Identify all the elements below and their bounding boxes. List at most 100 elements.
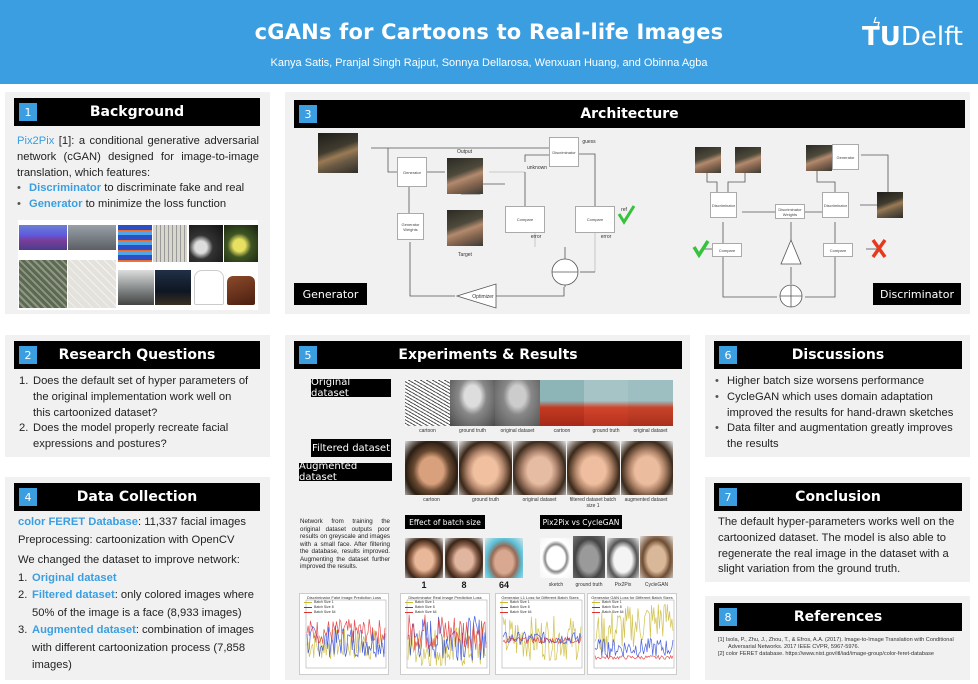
references-list: [1] Isola, P., Zhu, J., Zhou, T., & Efro…: [718, 637, 958, 659]
cyclegan-output-image: [640, 536, 673, 578]
section-header: 8 References: [714, 603, 962, 631]
list-item: Data filter and augmentation greatly imp…: [715, 421, 965, 453]
section-header: 4 Data Collection: [14, 483, 260, 511]
plot-legend: Batch Size 1 Batch Size 8 Batch Size 64: [500, 600, 532, 615]
loss-plot: Generator L1 Loss for Different Batch Si…: [495, 593, 585, 675]
original-dataset-label: Original dataset: [311, 377, 391, 399]
result-image: [584, 380, 628, 426]
night-image: [155, 270, 191, 305]
list-item: Generator to minimize the loss function: [17, 197, 261, 213]
data-collection-text: color FERET Database: 11,337 facial imag…: [18, 514, 263, 675]
loss-plot: Generator GAN Loss for Different Batch S…: [587, 593, 677, 675]
day-image: [118, 270, 154, 305]
map-image: [68, 260, 116, 308]
dataset-list: 1. Original dataset 2. Filtered dataset: o…: [18, 570, 263, 675]
caption: ground truth: [459, 428, 486, 434]
experiments-panel: 5 Experiments & Results Original dataset…: [285, 335, 690, 680]
caption: cartoon: [419, 428, 436, 434]
section-title: Discussions: [791, 347, 885, 363]
caption: ground truth: [575, 582, 603, 588]
caption: ground truth: [472, 497, 499, 503]
legend-entry: Batch Size 64: [304, 610, 336, 615]
batch-64-image: [485, 538, 523, 578]
section-number: 1: [19, 103, 37, 121]
section-header: 7 Conclusion: [714, 483, 962, 511]
disc-compare-box-2: Compare: [823, 243, 853, 257]
batch-1-image: [405, 538, 443, 578]
result-image: [405, 380, 450, 426]
list-item: 1. Original dataset: [18, 571, 117, 584]
background-panel: 1 Background Pix2Pix [1]: a conditional …: [5, 92, 270, 314]
color-image: [224, 225, 258, 262]
bw-image: [189, 225, 223, 262]
legend-entry: Batch Size 64: [592, 610, 624, 615]
section-header: 2 Research Questions: [14, 341, 260, 369]
result-image: [495, 380, 540, 426]
result-image: [450, 380, 495, 426]
list-item: 1. Does the default set of hyper paramete…: [19, 375, 249, 419]
disc-output-image: [806, 145, 832, 171]
batch-8-image: [445, 538, 483, 578]
series-line-batch-size-64: [594, 654, 674, 661]
caption: filtered dataset batch size 1: [569, 497, 617, 509]
tudelft-logo: ϟ TUDelft: [862, 16, 963, 52]
filtered-dataset-label: Filtered dataset: [311, 439, 391, 457]
poster-header: cGANs for Cartoons to Real-life Images K…: [0, 0, 978, 84]
batch-size-64-label: 64: [498, 580, 509, 590]
section-number: 2: [19, 346, 37, 364]
section-title: Research Questions: [58, 347, 216, 363]
loss-plot: Discriminator Real Image Prediction Loss…: [400, 593, 490, 675]
disc-compare-box-1: Compare: [712, 243, 742, 257]
filtered-results-strip: [405, 441, 673, 495]
section-number: 6: [719, 346, 737, 364]
feret-link[interactable]: color FERET Database: [18, 516, 138, 528]
flame-icon: ϟ: [872, 16, 882, 32]
result-image: [628, 380, 673, 426]
discussions-list: Higher batch size worsens performance Cy…: [715, 374, 965, 453]
batch-size-label: Effect of batch size: [405, 515, 485, 529]
batch-size-8-label: 8: [461, 580, 467, 590]
result-image: [459, 441, 512, 495]
caption: sketch: [548, 582, 564, 588]
disc-target-image: [735, 147, 761, 173]
reference-item: [2] color FERET database. https://www.ni…: [718, 651, 934, 658]
list-item: Higher batch size worsens performance: [715, 374, 965, 390]
list-item: 2. Filtered dataset: only colored images …: [18, 589, 254, 619]
list-item: Discriminator to discriminate fake and r…: [17, 181, 261, 197]
conclusion-text: The default hyper-parameters works well …: [718, 516, 955, 576]
section-header: 1 Background: [14, 98, 260, 126]
references-panel: 8 References [1] Isola, P., Zhu, J., Zho…: [705, 596, 970, 680]
list-item: 3. Augmented dataset: combination of imag…: [18, 624, 254, 671]
section-number: 8: [719, 608, 737, 626]
augmented-dataset-label: Augmented dataset: [299, 461, 392, 483]
disc-input-image: [695, 147, 721, 173]
cross-icon: [871, 238, 887, 259]
discriminator-box-1: Discriminator: [710, 192, 737, 218]
plot-legend: Batch Size 1 Batch Size 8 Batch Size 64: [592, 600, 624, 615]
facade-photo-image: [153, 225, 187, 262]
sketch-image: [540, 538, 572, 578]
discriminator-box-2: Discriminator: [822, 192, 849, 218]
caption: original dataset: [522, 497, 557, 503]
pix2pix-output-image: [607, 538, 639, 578]
section-title: Experiments & Results: [398, 347, 578, 363]
result-image: [567, 441, 620, 495]
disc-cartoon-image: [877, 192, 903, 218]
list-item: CycleGAN which uses domain adaptation im…: [715, 390, 965, 422]
pix2pix-link[interactable]: Pix2Pix: [17, 135, 54, 147]
section-title: Data Collection: [76, 489, 198, 505]
experiments-paragraph: Network from training the original datas…: [300, 518, 390, 570]
street-photo-image: [68, 225, 116, 250]
pix2pix-vs-cyclegan-label: Pix2Pix vs CycleGAN: [540, 515, 622, 529]
section-number: 5: [299, 346, 317, 364]
data-collection-panel: 4 Data Collection color FERET Database: …: [5, 477, 270, 680]
facade-label-image: [118, 225, 152, 262]
caption: augmented dataset: [624, 497, 668, 503]
discriminator-diagram-lines: [692, 154, 889, 308]
caption: cartoon: [553, 428, 571, 434]
checkmark-icon: [692, 240, 710, 259]
caption: original dataset: [633, 428, 668, 434]
list-item: 2. Does the model properly recreate facia…: [19, 422, 229, 451]
plot-legend: Batch Size 1 Batch Size 8 Batch Size 64: [405, 600, 437, 615]
street-label-image: [19, 225, 67, 250]
